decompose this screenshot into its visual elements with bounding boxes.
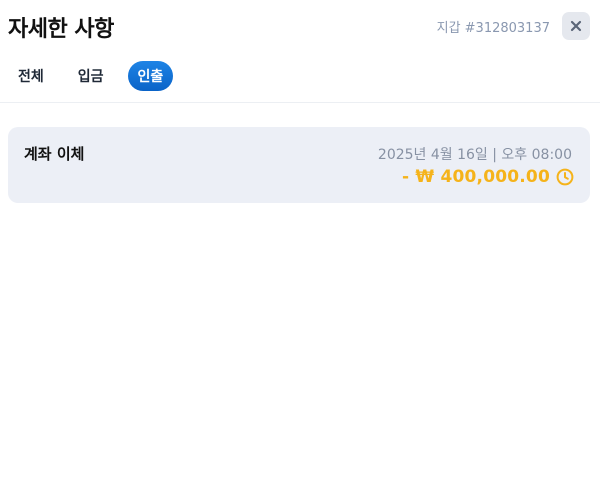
close-button[interactable]	[562, 12, 590, 40]
divider	[0, 102, 600, 103]
wallet-id-label: 지갑 #312803137	[436, 21, 550, 36]
modal-header: 자세한 사항 지갑 #312803137	[0, 0, 600, 52]
transaction-amount-row: - ₩ 400,000.00	[402, 167, 574, 187]
tab-withdrawal[interactable]: 인출	[127, 61, 174, 91]
transaction-card[interactable]: 계좌 이체 2025년 4월 16일 | 오후 08:00 - ₩ 400,00…	[8, 127, 590, 203]
transaction-amount: - ₩ 400,000.00	[402, 167, 550, 187]
tab-all[interactable]: 전체	[8, 61, 54, 91]
page-title: 자세한 사항	[8, 17, 114, 42]
filter-tabs: 전체 입금 인출	[8, 61, 187, 91]
transaction-type: 계좌 이체	[24, 145, 85, 163]
tab-deposit[interactable]: 입금	[68, 61, 114, 91]
close-icon	[570, 20, 582, 32]
transaction-datetime: 2025년 4월 16일 | 오후 08:00	[377, 147, 572, 163]
clock-icon	[556, 168, 574, 186]
